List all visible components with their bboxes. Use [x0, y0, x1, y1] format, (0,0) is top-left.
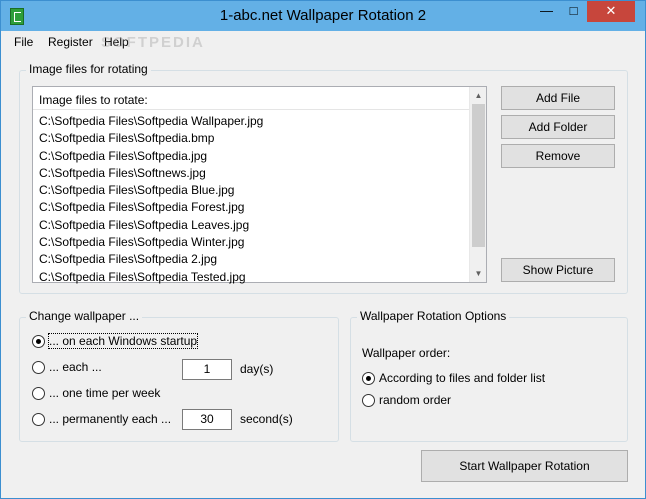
- list-item[interactable]: C:\Softpedia Files\Softpedia Forest.jpg: [39, 199, 263, 216]
- radio-weekly-label[interactable]: ... one time per week: [49, 386, 160, 400]
- list-item[interactable]: C:\Softpedia Files\Softpedia Leaves.jpg: [39, 217, 263, 234]
- seconds-unit-label: second(s): [240, 412, 293, 426]
- radio-icon[interactable]: [362, 394, 375, 407]
- add-folder-button[interactable]: Add Folder: [501, 115, 615, 139]
- rotation-options-group-label: Wallpaper Rotation Options: [357, 309, 510, 323]
- wallpaper-order-label: Wallpaper order:: [362, 346, 451, 360]
- radio-on-startup[interactable]: ... on each Windows startup: [32, 333, 199, 351]
- list-header-divider: [33, 109, 470, 110]
- list-item[interactable]: C:\Softpedia Files\Softpedia Winter.jpg: [39, 234, 263, 251]
- list-scrollbar[interactable]: ▲ ▼: [469, 87, 486, 282]
- start-rotation-button[interactable]: Start Wallpaper Rotation: [421, 450, 628, 482]
- radio-weekly[interactable]: ... one time per week: [32, 385, 172, 403]
- minimize-button[interactable]: —: [533, 1, 560, 22]
- image-files-listbox[interactable]: Image files to rotate: C:\Softpedia File…: [32, 86, 487, 286]
- radio-order-random-label[interactable]: random order: [379, 393, 451, 407]
- radio-checked-icon[interactable]: [362, 372, 375, 385]
- scroll-down-arrow-icon[interactable]: ▼: [470, 265, 487, 282]
- seconds-input[interactable]: 30: [182, 409, 232, 430]
- radio-icon[interactable]: [32, 413, 45, 426]
- file-list: C:\Softpedia Files\Softpedia Wallpaper.j…: [39, 113, 263, 286]
- list-item[interactable]: C:\Softpedia Files\Softpedia Blue.jpg: [39, 182, 263, 199]
- radio-each-days-label[interactable]: ... each ...: [49, 360, 102, 374]
- change-wallpaper-group-label: Change wallpaper ...: [26, 309, 143, 323]
- scroll-up-arrow-icon[interactable]: ▲: [470, 87, 487, 104]
- maximize-button[interactable]: □: [560, 1, 587, 22]
- list-item[interactable]: C:\Softpedia Files\Softpedia.bmp: [39, 130, 263, 147]
- radio-order-list-label[interactable]: According to files and folder list: [379, 371, 545, 385]
- list-item[interactable]: C:\Softpedia Files\Softpedia.jpg: [39, 148, 263, 165]
- radio-icon[interactable]: [32, 387, 45, 400]
- radio-checked-icon[interactable]: [32, 335, 45, 348]
- radio-permanently-label[interactable]: ... permanently each ...: [49, 412, 171, 426]
- list-item[interactable]: C:\Softpedia Files\Softpedia Wallpaper.j…: [39, 113, 263, 130]
- menu-register[interactable]: Register: [48, 35, 93, 49]
- show-picture-button[interactable]: Show Picture: [501, 258, 615, 282]
- list-item[interactable]: C:\Softpedia Files\Softnews.jpg: [39, 165, 263, 182]
- radio-on-startup-label[interactable]: ... on each Windows startup: [47, 333, 199, 349]
- scroll-thumb[interactable]: [472, 104, 485, 247]
- app-window: 1-abc.net Wallpaper Rotation 2 — □ ✕ Fil…: [0, 0, 646, 499]
- radio-order-list[interactable]: According to files and folder list: [362, 370, 545, 388]
- menu-file[interactable]: File: [14, 35, 33, 49]
- radio-permanently[interactable]: ... permanently each ...: [32, 411, 172, 429]
- radio-order-random[interactable]: random order: [362, 392, 482, 410]
- title-bar[interactable]: 1-abc.net Wallpaper Rotation 2 — □ ✕: [1, 1, 645, 31]
- remove-button[interactable]: Remove: [501, 144, 615, 168]
- list-header: Image files to rotate:: [39, 93, 148, 107]
- list-item[interactable]: C:\Softpedia Files\Softpedia 2.jpg: [39, 251, 263, 268]
- radio-each-days[interactable]: ... each ...: [32, 359, 152, 377]
- close-button[interactable]: ✕: [587, 1, 635, 22]
- days-unit-label: day(s): [240, 362, 274, 376]
- list-item[interactable]: C:\Softpedia Files\Softpedia Tested.jpg: [39, 269, 263, 286]
- radio-icon[interactable]: [32, 361, 45, 374]
- softpedia-watermark: SOFTPEDIA: [101, 34, 205, 51]
- menu-bar: File Register Help: [1, 32, 645, 52]
- days-input[interactable]: 1: [182, 359, 232, 380]
- image-files-group-label: Image files for rotating: [26, 62, 151, 76]
- add-file-button[interactable]: Add File: [501, 86, 615, 110]
